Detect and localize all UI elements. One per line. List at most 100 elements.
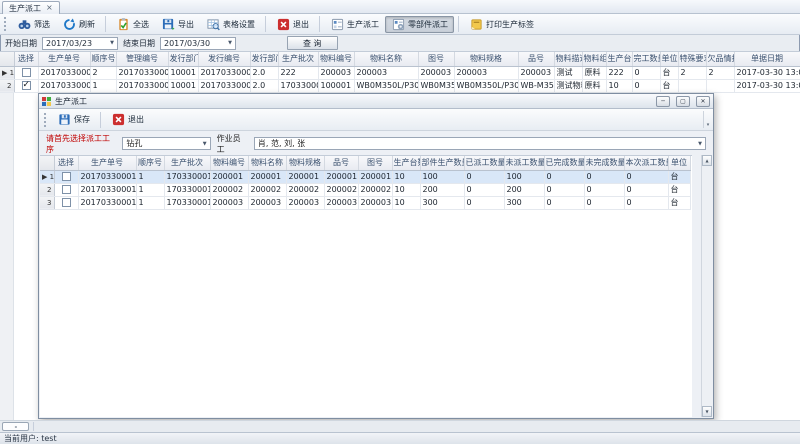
column-header[interactable]: 物料名称 [248, 156, 286, 170]
column-header[interactable]: 图号 [418, 52, 454, 66]
checkbox-unchecked[interactable] [62, 185, 71, 194]
select-all-button[interactable]: 全选 [110, 16, 155, 33]
dialog-grid-area: 选择生产单号顺序号生产批次物料编号物料名称物料规格品号图号生产台数部件生产数量已… [40, 155, 692, 417]
column-header[interactable]: 管理编号 [116, 52, 168, 66]
dialog-toolbar: 保存退出 ▾ [39, 109, 713, 131]
row-select-cell[interactable] [54, 170, 78, 183]
column-header[interactable]: 发行部门 [168, 52, 198, 66]
chevron-down-icon[interactable]: ▼ [110, 40, 114, 46]
export-button[interactable]: 导出 [155, 16, 200, 33]
column-header[interactable]: 顺序号 [90, 52, 116, 66]
column-header[interactable]: 未完成数量 [584, 156, 624, 170]
export-icon [161, 17, 175, 31]
horizontal-scrollbar[interactable]: ◂ [0, 420, 800, 432]
column-header[interactable]: 生产批次 [164, 156, 210, 170]
column-header[interactable]: 生产批次 [278, 52, 318, 66]
column-header[interactable]: 物料规格 [286, 156, 324, 170]
column-header[interactable]: 单位 [668, 156, 690, 170]
column-header[interactable]: 顺序号 [136, 156, 164, 170]
column-header[interactable]: 生产单号 [78, 156, 136, 170]
worker-combo[interactable]: 肖, 范, 刘, 张 ▼ [254, 137, 706, 150]
cell: 2.0 [250, 66, 278, 79]
vertical-scrollbar[interactable]: ▲ ▼ [701, 155, 712, 417]
column-header[interactable]: 图号 [358, 156, 392, 170]
column-header[interactable]: 生产台数 [606, 52, 632, 66]
cell: 10 [392, 170, 420, 183]
minimize-button[interactable]: ─ [656, 96, 670, 107]
cell: 1 [136, 183, 164, 196]
table-row[interactable]: ▶ 12017033000111703300012000012000012000… [40, 170, 690, 183]
save-button[interactable]: 保存 [51, 111, 96, 128]
chevron-down-icon[interactable]: ▼ [698, 141, 702, 147]
scroll-down-icon[interactable]: ▼ [702, 406, 712, 417]
column-header[interactable]: 发行编号 [198, 52, 250, 66]
close-button[interactable]: ✕ [696, 96, 710, 107]
tab-production-dispatch[interactable]: 生产派工 × [2, 1, 60, 14]
column-header[interactable]: 单位 [660, 52, 678, 66]
start-date-combo[interactable]: 2017/03/23 ▼ [42, 37, 118, 50]
toolbar-overflow-icon[interactable]: ▾ [703, 111, 712, 128]
cell: 200003 [418, 66, 454, 79]
cell: 20170330001 [116, 79, 168, 92]
cell: 台 [660, 66, 678, 79]
table-settings-button[interactable]: 表格设置 [200, 16, 261, 33]
tab-close-icon[interactable]: × [46, 4, 53, 12]
column-header[interactable]: 选择 [14, 52, 38, 66]
column-header[interactable]: 物料规格 [454, 52, 518, 66]
checkbox-unchecked[interactable] [62, 198, 71, 207]
end-date-label: 结束日期 [123, 38, 155, 49]
table-row[interactable]: 3201703300011170330001200003200003200003… [40, 196, 690, 209]
column-header[interactable]: 完工数量 [632, 52, 660, 66]
column-header[interactable]: 发行部门 [250, 52, 278, 66]
column-header[interactable]: 未派工数量 [504, 156, 544, 170]
column-header[interactable]: 物料组 [582, 52, 606, 66]
refresh-icon [62, 17, 76, 31]
chevron-down-icon[interactable]: ▼ [203, 141, 207, 147]
maximize-button[interactable]: ▢ [676, 96, 690, 107]
column-header[interactable]: 部件生产数量 [420, 156, 464, 170]
end-date-combo[interactable]: 2017/03/30 ▼ [160, 37, 236, 50]
column-header[interactable]: 已派工数量 [464, 156, 504, 170]
column-header[interactable]: 物料编号 [210, 156, 248, 170]
column-header[interactable] [40, 156, 54, 170]
checkbox-unchecked[interactable] [22, 68, 31, 77]
column-header[interactable]: 生产台数 [392, 156, 420, 170]
column-header[interactable]: 物料编号 [318, 52, 354, 66]
column-header[interactable]: 物料名称 [354, 52, 418, 66]
dialog-exit-button[interactable]: 退出 [105, 111, 150, 128]
column-header[interactable]: 品号 [518, 52, 554, 66]
column-header[interactable]: 物料描述 [554, 52, 582, 66]
table-row[interactable]: ▶ 12017033000122017033000110001201703300… [0, 66, 800, 79]
row-select-cell[interactable] [54, 183, 78, 196]
table-row[interactable]: 2201703300011201703300011000120170330001… [0, 79, 800, 92]
column-header[interactable]: 特殊要求 [678, 52, 706, 66]
production-dispatch-button[interactable]: 生产派工 [324, 16, 385, 33]
parts-dispatch-button[interactable]: 零部件派工 [385, 16, 454, 33]
column-header[interactable] [0, 52, 14, 66]
column-header[interactable]: 品号 [324, 156, 358, 170]
process-combo[interactable]: 钻孔 ▼ [122, 137, 210, 150]
checkbox-checked[interactable] [22, 81, 31, 90]
column-header[interactable]: 已完成数量 [544, 156, 584, 170]
worker-value: 肖, 范, 刘, 张 [258, 138, 305, 149]
row-select-cell[interactable] [14, 79, 38, 92]
refresh-button[interactable]: 刷新 [56, 16, 101, 33]
exit-button[interactable]: 退出 [270, 16, 315, 33]
filter-button[interactable]: 筛选 [11, 16, 56, 33]
chevron-down-icon[interactable]: ▼ [228, 40, 232, 46]
column-header[interactable]: 欠品情报 [706, 52, 734, 66]
column-header[interactable]: 选择 [54, 156, 78, 170]
table-row[interactable]: 2201703300011170330001200002200002200002… [40, 183, 690, 196]
query-button[interactable]: 查 询 [287, 36, 338, 50]
row-select-cell[interactable] [14, 66, 38, 79]
column-header[interactable]: 生产单号 [38, 52, 90, 66]
column-header[interactable]: 本次派工数量 [624, 156, 668, 170]
cell: 2 [90, 66, 116, 79]
checkbox-unchecked[interactable] [62, 172, 71, 181]
row-select-cell[interactable] [54, 196, 78, 209]
column-header[interactable]: 单据日期 [734, 52, 800, 66]
print-label-button[interactable]: 打印生产标签 [463, 16, 540, 33]
scrollbar-thumb[interactable]: ◂ [2, 422, 29, 431]
scroll-up-icon[interactable]: ▲ [702, 155, 712, 166]
dialog-title-bar[interactable]: 生产派工 ─ ▢ ✕ [39, 94, 713, 109]
